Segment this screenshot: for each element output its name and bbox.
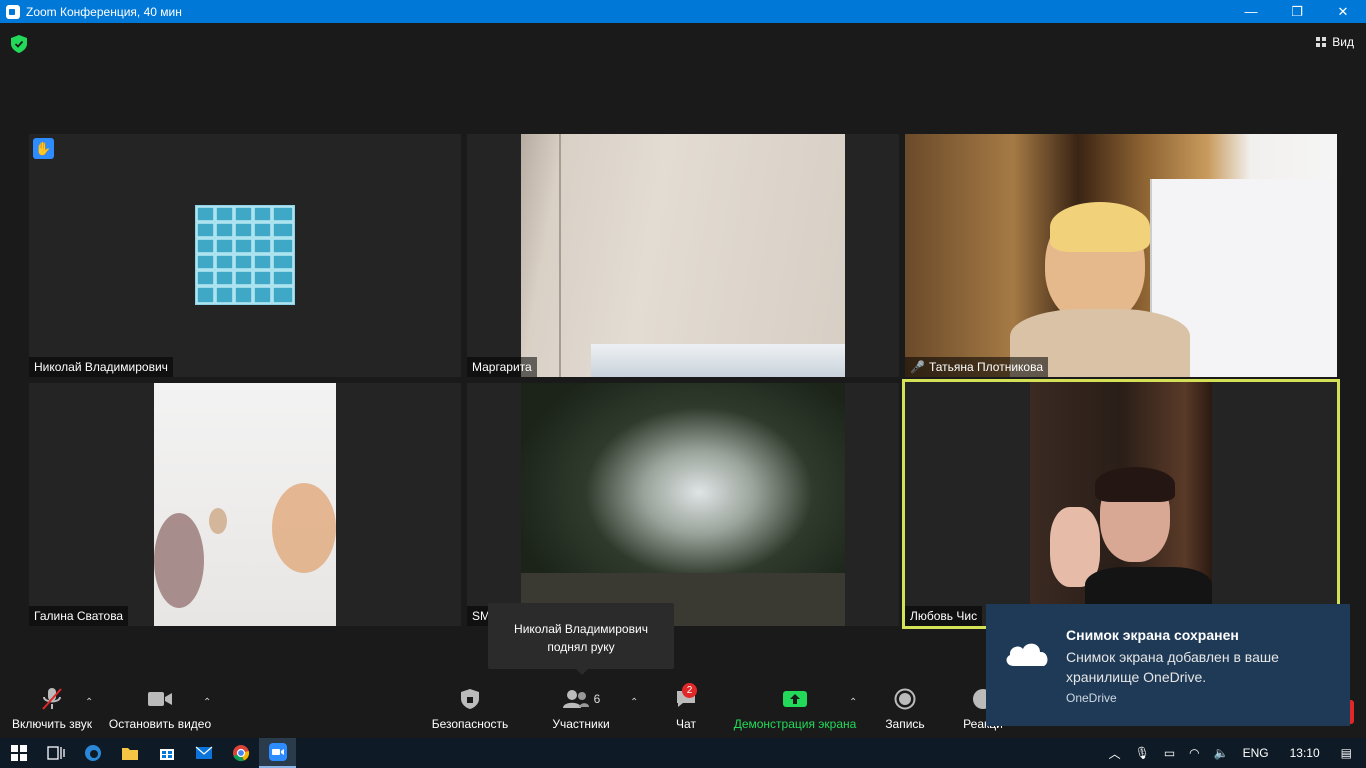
input-language[interactable]: ENG: [1243, 746, 1269, 760]
video-tile-sm[interactable]: SM: [467, 383, 899, 626]
muted-mic-icon: 🎤: [910, 360, 925, 374]
clock-time[interactable]: 13:10: [1290, 746, 1320, 760]
security-shield-icon: [428, 687, 512, 711]
file-explorer-icon: [121, 748, 138, 760]
share-screen-label: Демонстрация экрана: [733, 717, 857, 731]
chat-unread-badge: 2: [682, 683, 697, 698]
tooltip-line-1: Николай Владимирович: [514, 622, 648, 636]
taskbar-zoom[interactable]: [259, 738, 296, 768]
participant-name: Галина Сватова: [29, 606, 129, 626]
video-feed: [154, 383, 336, 626]
system-tray: ︿ 🎙 ▭ ◠ 🔈 ENG 13:10 ▤: [1102, 738, 1366, 768]
task-view-icon: [46, 746, 65, 760]
participants-options-caret-icon[interactable]: ⌃: [630, 697, 638, 708]
video-tile-galina[interactable]: Галина Сватова: [29, 383, 461, 626]
taskbar-edge[interactable]: [74, 738, 111, 768]
security-shield-icon[interactable]: [11, 35, 27, 53]
action-center-icon[interactable]: ▤: [1341, 746, 1352, 760]
participants-button[interactable]: 6 Участники: [548, 687, 614, 731]
participants-icon: 6: [548, 687, 614, 711]
share-screen-icon: [730, 687, 860, 711]
video-feed: [1030, 382, 1212, 626]
minimize-button[interactable]: —: [1228, 0, 1274, 23]
windows-logo-icon: [10, 745, 27, 761]
window-titlebar: Zoom Конференция, 40 мин — ❐ ✕: [0, 0, 1366, 23]
mail-envelope-icon: [195, 746, 212, 759]
video-feed: [521, 383, 845, 626]
raised-hand-tooltip: Николай Владимирович поднял руку: [488, 603, 674, 675]
edge-browser-icon: [84, 745, 101, 761]
notification-source: OneDrive: [1066, 691, 1117, 705]
store-bag-icon: [159, 749, 174, 760]
participant-name: Маргарита: [467, 357, 537, 377]
network-wifi-icon[interactable]: ◠: [1189, 746, 1199, 760]
battery-icon[interactable]: ▭: [1164, 746, 1175, 760]
grid-view-icon: [1316, 37, 1327, 47]
windows-taskbar: ︿ 🎙 ▭ ◠ 🔈 ENG 13:10 ▤: [0, 738, 1366, 768]
restore-button[interactable]: ❐: [1274, 0, 1320, 23]
participants-count: 6: [593, 692, 601, 706]
video-tile-margarita[interactable]: Маргарита: [467, 134, 899, 377]
notification-body: Снимок экрана добавлен в ваше хранилище …: [1066, 649, 1279, 685]
video-feed: [521, 134, 845, 377]
participant-avatar: [195, 205, 295, 305]
raised-hand-icon: ✋: [33, 138, 54, 159]
tray-overflow-chevron-icon[interactable]: ︿: [1109, 745, 1121, 762]
video-feed: [905, 134, 1337, 377]
audio-options-caret-icon[interactable]: ⌃: [85, 697, 93, 708]
taskbar-chrome[interactable]: [222, 738, 259, 768]
task-view-button[interactable]: [37, 738, 74, 768]
taskbar-store[interactable]: [148, 738, 185, 768]
unmute-label: Включить звук: [11, 717, 93, 731]
onedrive-cloud-icon: [1006, 643, 1048, 666]
view-button[interactable]: Вид: [1316, 35, 1354, 49]
muted-microphone-icon: [8, 687, 96, 711]
view-label: Вид: [1332, 35, 1354, 49]
stop-video-label: Остановить видео: [108, 717, 212, 731]
chat-button[interactable]: 2 Чат: [668, 683, 704, 731]
notification-title: Снимок экрана сохранен: [1066, 627, 1239, 643]
participant-name: Любовь Чис: [905, 606, 983, 626]
stop-video-button[interactable]: Остановить видео: [106, 687, 214, 731]
chat-label: Чат: [676, 717, 696, 731]
volume-icon[interactable]: 🔈: [1214, 746, 1229, 760]
microphone-tray-icon[interactable]: 🎙: [1135, 746, 1150, 760]
video-tile-nikolay[interactable]: ✋ Николай Владимирович: [29, 134, 461, 377]
close-button[interactable]: ✕: [1320, 0, 1366, 23]
record-label: Запись: [885, 717, 925, 731]
zoom-app-icon: [268, 743, 287, 761]
video-camera-icon: [106, 687, 214, 711]
video-tile-tatyana[interactable]: 🎤 Татьяна Плотникова: [905, 134, 1337, 377]
video-tile-lyubov[interactable]: Любовь Чис: [902, 379, 1340, 629]
security-label: Безопасность: [431, 717, 509, 731]
record-button[interactable]: Запись: [880, 687, 930, 731]
participants-label: Участники: [552, 717, 610, 731]
onedrive-notification[interactable]: Снимок экрана сохранен Снимок экрана доб…: [986, 604, 1350, 726]
start-button[interactable]: [0, 738, 37, 768]
tooltip-line-2: поднял руку: [547, 640, 615, 654]
taskbar-mail[interactable]: [185, 738, 222, 768]
window-title: Zoom Конференция, 40 мин: [26, 4, 182, 19]
chrome-browser-icon: [232, 745, 249, 762]
unmute-button[interactable]: Включить звук: [8, 687, 96, 731]
share-options-caret-icon[interactable]: ⌃: [849, 697, 857, 708]
security-button[interactable]: Безопасность: [428, 687, 512, 731]
participant-name: 🎤 Татьяна Плотникова: [905, 357, 1049, 377]
taskbar-explorer[interactable]: [111, 738, 148, 768]
share-screen-button[interactable]: Демонстрация экрана: [730, 687, 860, 731]
record-icon: [880, 687, 930, 711]
zoom-app-icon: [6, 4, 20, 19]
participant-name: Николай Владимирович: [29, 357, 173, 377]
video-options-caret-icon[interactable]: ⌃: [203, 697, 211, 708]
chat-bubble-icon: 2: [668, 683, 704, 711]
